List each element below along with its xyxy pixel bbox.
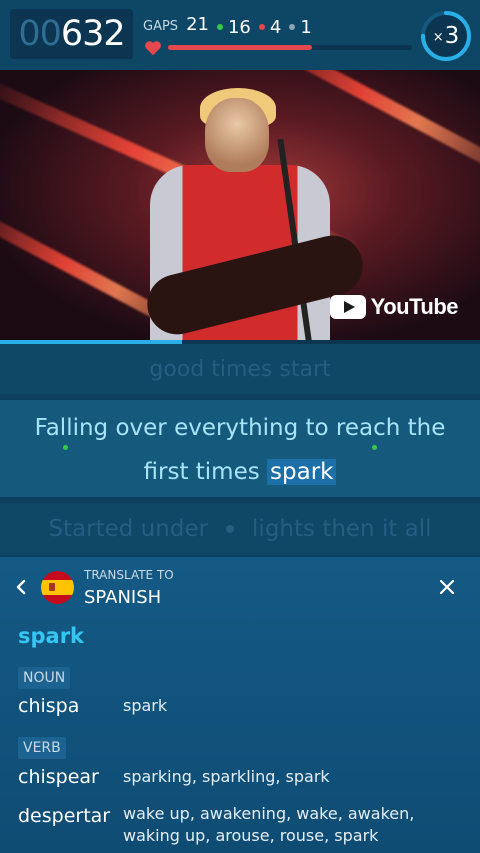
correct-dot-icon	[216, 24, 223, 30]
lyric-current-line: Falling over everything to reach the fir…	[0, 400, 480, 497]
lyric-previous-line: good times start	[0, 344, 480, 394]
target-language[interactable]: SPANISH	[84, 587, 161, 608]
wrong-dot-icon	[258, 24, 265, 30]
score-leading-zeros: 00	[18, 14, 62, 54]
translated-word: spark	[18, 624, 85, 648]
translation-gloss: sparking, sparkling, spark	[123, 767, 330, 786]
translate-to-label: TRANSLATE TO	[84, 568, 174, 582]
translation-gloss: wake up, awakening, wake, awaken, waking…	[123, 804, 415, 845]
score-multiplier: × 3	[418, 8, 474, 64]
score-display: 00 632	[10, 9, 133, 59]
gaps-total: 21	[186, 14, 209, 35]
separator-dot-icon	[226, 525, 235, 533]
correct-count: 16	[216, 17, 251, 38]
translation-term: despertar	[18, 805, 111, 827]
pos-tag-verb: VERB	[18, 737, 66, 759]
translate-panel: TRANSLATE TO SPANISH spark NOUN chispa s…	[0, 557, 480, 853]
lyric-current-line-1: Falling over everything to reach the	[34, 415, 446, 441]
pos-tag-noun: NOUN	[18, 667, 71, 689]
video-player[interactable]: YouTube	[0, 70, 480, 340]
multiplier-label: × 3	[432, 23, 460, 49]
lyric-current-line-2: first times spark	[0, 450, 480, 494]
translation-term: chispear	[18, 766, 99, 788]
lives-progress-bar	[168, 45, 412, 50]
back-chevron-icon[interactable]	[14, 579, 28, 595]
skipped-dot-icon	[289, 24, 296, 30]
youtube-logo[interactable]: YouTube	[329, 294, 459, 320]
lives-progress-fill	[168, 45, 312, 50]
translate-panel-header: TRANSLATE TO SPANISH	[0, 557, 480, 615]
lyric-next-line: Started under lights then it all	[0, 503, 480, 555]
performer-head	[205, 98, 269, 172]
skipped-count: 1	[289, 17, 312, 38]
translation-gloss: spark	[123, 696, 168, 715]
translation-term: chispa	[18, 695, 80, 717]
heart-icon	[145, 41, 161, 56]
game-header: 00 632 GAPS 21 16 4 1 × 3	[0, 0, 480, 70]
gap-marker-icon	[372, 445, 377, 450]
gap-marker-icon	[63, 445, 68, 450]
close-icon[interactable]	[438, 578, 456, 596]
youtube-wordmark: YouTube	[370, 294, 459, 319]
gaps-label: GAPS	[143, 19, 179, 34]
lyric-gap-word[interactable]: spark	[267, 459, 337, 485]
gaps-stats: GAPS 21 16 4 1	[143, 14, 312, 38]
score-value: 632	[60, 14, 126, 54]
wrong-count: 4	[258, 17, 281, 38]
spain-flag-icon[interactable]	[41, 571, 74, 604]
youtube-play-icon	[329, 295, 366, 319]
